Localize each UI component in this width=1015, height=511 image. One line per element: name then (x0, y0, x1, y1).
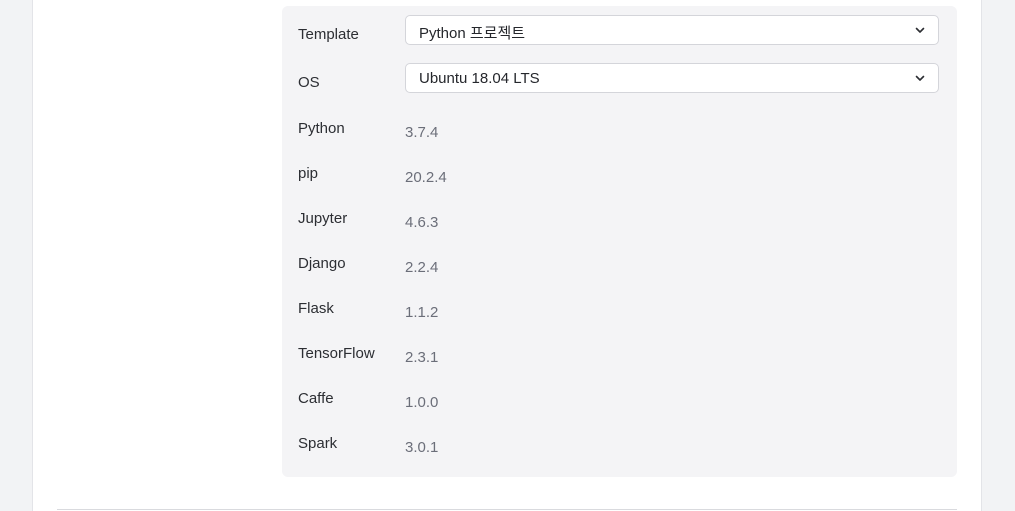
page-card: Template Python 프로젝트 OS Ubuntu 18.04 LTS… (32, 0, 982, 511)
package-label: Caffe (298, 390, 334, 407)
package-version: 20.2.4 (405, 169, 447, 186)
os-label: OS (298, 74, 320, 91)
package-label: Django (298, 255, 346, 272)
package-version: 1.1.2 (405, 304, 439, 321)
package-label: Jupyter (298, 210, 348, 227)
package-version: 3.7.4 (405, 124, 439, 141)
os-selected-value: Ubuntu 18.04 LTS (419, 70, 540, 87)
package-label: Flask (298, 300, 334, 317)
os-select[interactable]: Ubuntu 18.04 LTS (405, 63, 939, 93)
template-select[interactable]: Python 프로젝트 (405, 15, 939, 45)
package-version: 2.3.1 (405, 349, 439, 366)
package-label: Python (298, 120, 345, 137)
package-label: TensorFlow (298, 345, 375, 362)
bottom-divider (57, 509, 957, 510)
environment-settings-panel: Template Python 프로젝트 OS Ubuntu 18.04 LTS… (282, 6, 957, 477)
chevron-down-icon (915, 75, 925, 81)
package-version: 1.0.0 (405, 394, 439, 411)
template-label: Template (298, 26, 359, 43)
package-label: pip (298, 165, 319, 182)
package-version: 3.0.1 (405, 439, 439, 456)
package-label: Spark (298, 435, 338, 452)
chevron-down-icon (915, 27, 925, 33)
package-version: 4.6.3 (405, 214, 439, 231)
package-version: 2.2.4 (405, 259, 439, 276)
template-selected-value: Python 프로젝트 (419, 25, 526, 42)
